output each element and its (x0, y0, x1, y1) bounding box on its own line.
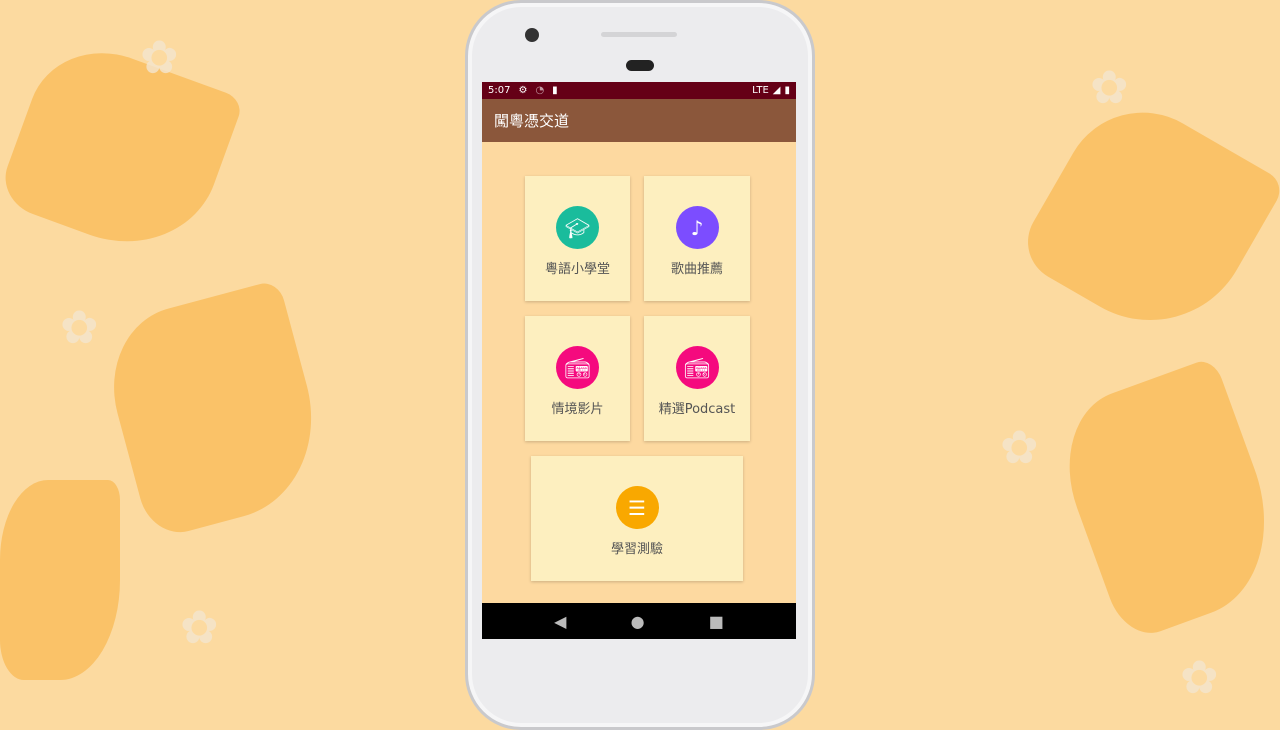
app-screen: 5:07 ⚙ ◔ ▮ LTE ◢ ▮ 闖粵憑交道 🎓︎ 粵語小學堂 ♪ 歌曲推薦… (482, 82, 796, 639)
network-type: LTE (752, 85, 769, 96)
sd-card-icon: ▮ (552, 85, 558, 96)
earpiece-speaker (601, 32, 677, 37)
calligraphy-decoration (1044, 356, 1280, 644)
menu-label: 粵語小學堂 (544, 262, 610, 277)
settings-icon: ⚙ (518, 85, 528, 96)
proximity-sensor (626, 60, 654, 71)
menu-label: 情境影片 (551, 402, 604, 417)
radio-icon: 📻︎ (675, 346, 719, 389)
calligraphy-decoration (0, 31, 245, 269)
back-button[interactable]: ◀ (554, 612, 566, 631)
menu-label: 精選Podcast (658, 402, 736, 417)
numbered-list-icon: ☰ (615, 486, 659, 529)
front-camera (525, 28, 539, 42)
flower-decoration: ✿ (140, 30, 179, 84)
flower-decoration: ✿ (1000, 420, 1039, 474)
status-time: 5:07 (488, 85, 511, 96)
navigation-bar: ◀ ● ■ (482, 603, 796, 639)
wifi-icon: ◔ (535, 85, 545, 96)
graduation-cap-icon: 🎓︎ (556, 206, 599, 249)
calligraphy-decoration (0, 480, 120, 680)
home-button[interactable]: ● (631, 612, 645, 631)
music-note-icon: ♪ (675, 206, 719, 249)
battery-icon: ▮ (784, 85, 790, 96)
status-bar: 5:07 ⚙ ◔ ▮ LTE ◢ ▮ (482, 82, 796, 99)
menu-card-podcast[interactable]: 📻︎ 精選Podcast (644, 316, 750, 441)
menu-card-cantonese-class[interactable]: 🎓︎ 粵語小學堂 (525, 176, 630, 301)
menu-card-songs[interactable]: ♪ 歌曲推薦 (644, 176, 750, 301)
signal-icon: ◢ (772, 85, 781, 96)
app-bar-title: 闖粵憑交道 (482, 99, 796, 142)
menu-card-videos[interactable]: 📻︎ 情境影片 (525, 316, 630, 441)
flower-decoration: ✿ (1090, 60, 1129, 114)
calligraphy-decoration (94, 279, 336, 541)
calligraphy-decoration (1013, 83, 1280, 357)
flower-decoration: ✿ (60, 300, 99, 354)
menu-label: 學習測驗 (610, 542, 663, 557)
radio-icon: 📻︎ (556, 346, 599, 389)
recents-button[interactable]: ■ (709, 612, 724, 631)
flower-decoration: ✿ (1180, 650, 1219, 704)
menu-label: 歌曲推薦 (670, 262, 723, 277)
flower-decoration: ✿ (180, 600, 219, 654)
menu-card-quiz[interactable]: ☰ 學習測驗 (531, 456, 743, 581)
